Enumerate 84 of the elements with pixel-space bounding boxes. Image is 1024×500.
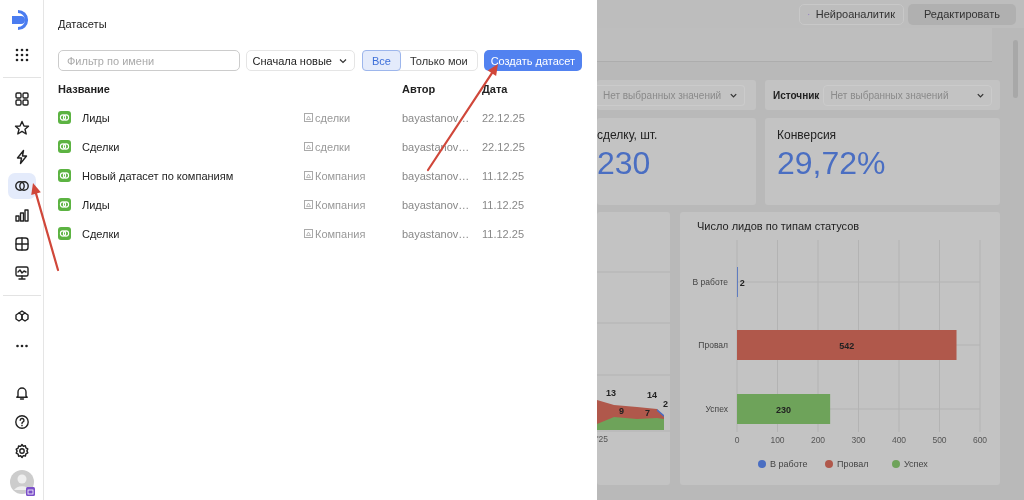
neuroanalyst-button[interactable]: Нейроаналитик — [799, 3, 904, 25]
dataset-icon — [58, 169, 71, 182]
axis-tick: 300 — [851, 435, 866, 445]
connection-icon — [304, 229, 313, 238]
dataset-icon — [58, 227, 71, 240]
connection-icon — [304, 200, 313, 209]
author-name: bayastanov… — [402, 227, 471, 240]
legend-label: Успех — [904, 459, 929, 469]
source-name: сделки — [315, 140, 351, 153]
source-name: сделки — [315, 111, 351, 124]
filter-label: Источник — [773, 89, 820, 101]
date-text: 11.12.25 — [482, 169, 524, 182]
avatar-icon[interactable] — [9, 470, 34, 494]
data-label: 542 — [839, 341, 855, 351]
dataset-name[interactable]: Лиды — [82, 198, 110, 211]
chart-icon — [13, 207, 30, 223]
apps-icon — [13, 47, 30, 63]
scope-tab[interactable]: Только мои — [400, 51, 477, 70]
author-name: bayastanov… — [402, 169, 471, 182]
date-text: 11.12.25 — [482, 227, 524, 240]
axis-tick: 600 — [972, 435, 988, 445]
category-label: В работе — [692, 277, 728, 287]
data-label: 14 — [647, 390, 657, 400]
source-name: Компания — [315, 169, 366, 182]
data-label: 13 — [606, 388, 616, 398]
date-text: 22.12.25 — [482, 111, 525, 124]
dataset-icon — [58, 111, 71, 124]
monitor-icon — [13, 265, 30, 281]
data-label: 9 — [619, 406, 624, 416]
data-label: 230 — [776, 405, 792, 415]
axis-tick: 0 — [734, 435, 740, 445]
connection-icon — [304, 142, 313, 151]
connection-icon — [304, 113, 313, 122]
column-header: Дата — [482, 83, 508, 95]
kpi-value: 29,72% — [777, 145, 887, 181]
datasets-icon — [13, 178, 30, 194]
dataset-name[interactable]: Лиды — [82, 111, 110, 124]
edit-button[interactable]: Редактировать — [908, 3, 1016, 25]
legend-item[interactable]: В работе — [758, 459, 808, 469]
kpi-value: 230 — [597, 145, 652, 181]
table-icon — [13, 236, 30, 252]
connection-icon — [304, 171, 313, 180]
dataset-icon — [58, 198, 71, 211]
category-label: Успех — [705, 404, 728, 414]
date-text: 22.12.25 — [482, 140, 525, 153]
author-name: bayastanov… — [402, 198, 471, 211]
legend-item[interactable]: Успех — [892, 459, 928, 469]
help-icon — [13, 414, 30, 430]
kpi-title: сделку, шт. — [597, 128, 659, 142]
star-icon — [13, 120, 30, 136]
category-label: Провал — [698, 340, 728, 350]
dataset-name[interactable]: Новый датасет по компаниям — [82, 169, 234, 182]
axis-tick: 400 — [891, 435, 907, 445]
filter-field[interactable]: Фильтр по имени — [58, 50, 240, 71]
source-name: Компания — [315, 227, 366, 240]
bell-icon — [13, 385, 30, 401]
sort-dropdown[interactable]: Сначала новые — [245, 50, 355, 71]
column-header: Автор — [402, 83, 437, 95]
axis-tick: '25 — [597, 434, 609, 444]
scope-tab[interactable]: Все — [361, 50, 401, 71]
settings-icon — [13, 443, 30, 459]
cubes-icon — [13, 309, 30, 325]
data-label: 7 — [645, 408, 650, 418]
dataset-name[interactable]: Сделки — [82, 227, 120, 240]
collections-icon — [13, 91, 30, 107]
date-text: 11.12.25 — [482, 198, 524, 211]
legend-item[interactable]: Провал — [825, 459, 869, 469]
dataset-icon — [58, 140, 71, 153]
axis-tick: 500 — [932, 435, 947, 445]
column-header: Название — [58, 83, 111, 95]
kpi-title: Конверсия — [777, 128, 838, 142]
data-label: 2 — [663, 399, 668, 409]
badge-icon — [25, 487, 35, 496]
source-name: Компания — [315, 198, 366, 211]
panel-title: Датасеты — [58, 18, 108, 32]
legend-label: Провал — [837, 459, 869, 469]
sidebar-item[interactable] — [7, 173, 36, 199]
create-dataset-button[interactable]: Создать датасет — [483, 50, 582, 71]
axis-tick: 100 — [770, 435, 785, 445]
axis-tick: 200 — [810, 435, 826, 445]
legend-label: В работе — [770, 459, 808, 469]
dataset-name[interactable]: Сделки — [82, 140, 120, 153]
data-label: 2 — [739, 278, 745, 288]
chart-title: Число лидов по типам статусов — [696, 220, 861, 234]
